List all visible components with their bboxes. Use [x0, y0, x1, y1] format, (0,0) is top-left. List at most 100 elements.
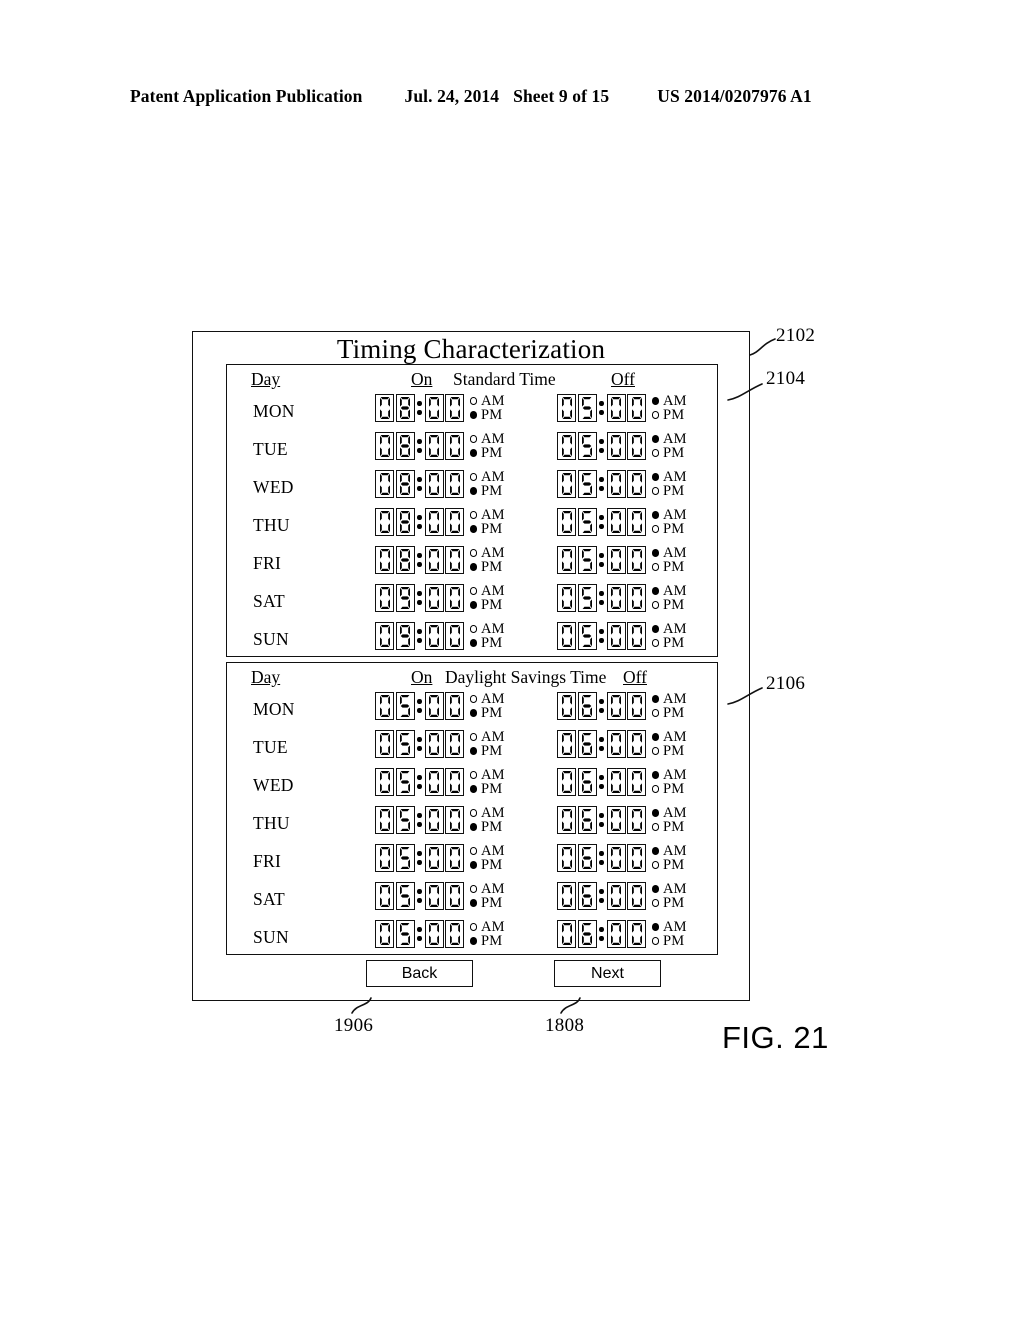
seven-segment-digit[interactable] [557, 768, 576, 796]
meridiem-radio-group[interactable]: AM PM [469, 470, 505, 498]
meridiem-radio-group[interactable]: AM PM [651, 546, 687, 574]
seven-segment-digit[interactable] [375, 470, 394, 498]
seven-segment-digit[interactable] [375, 920, 394, 948]
radio-pm-icon[interactable] [651, 601, 659, 609]
seven-segment-digit[interactable] [375, 768, 394, 796]
radio-am-icon[interactable] [469, 847, 477, 855]
seven-segment-digit[interactable] [557, 622, 576, 650]
meridiem-option-am[interactable]: AM [651, 882, 687, 896]
radio-pm-icon[interactable] [469, 411, 477, 419]
meridiem-option-pm[interactable]: PM [469, 858, 505, 872]
meridiem-radio-group[interactable]: AM PM [469, 432, 505, 460]
seven-segment-digit[interactable] [577, 584, 597, 612]
seven-segment-digit[interactable] [445, 692, 464, 720]
radio-pm-icon[interactable] [469, 601, 477, 609]
meridiem-option-pm[interactable]: PM [651, 934, 687, 948]
seven-segment-digit[interactable] [606, 920, 626, 948]
radio-am-icon[interactable] [651, 511, 659, 519]
on-time-field[interactable]: AM PM [375, 730, 505, 758]
seven-segment-digit[interactable] [424, 844, 444, 872]
seven-segment-digit[interactable] [445, 920, 464, 948]
seven-segment-digit[interactable] [424, 508, 444, 536]
radio-am-icon[interactable] [651, 549, 659, 557]
seven-segment-digit[interactable] [606, 730, 626, 758]
seven-segment-digit[interactable] [445, 470, 464, 498]
seven-segment-digit[interactable] [557, 806, 576, 834]
radio-pm-icon[interactable] [469, 823, 477, 831]
radio-am-icon[interactable] [651, 885, 659, 893]
radio-am-icon[interactable] [651, 771, 659, 779]
radio-pm-icon[interactable] [651, 525, 659, 533]
radio-pm-icon[interactable] [469, 861, 477, 869]
seven-segment-digit[interactable] [445, 882, 464, 910]
meridiem-option-pm[interactable]: PM [469, 706, 505, 720]
seven-segment-digit[interactable] [445, 806, 464, 834]
meridiem-radio-group[interactable]: AM PM [651, 920, 687, 948]
seven-segment-digit[interactable] [445, 432, 464, 460]
seven-segment-digit[interactable] [424, 882, 444, 910]
radio-am-icon[interactable] [651, 733, 659, 741]
seven-segment-digit[interactable] [445, 844, 464, 872]
on-time-field[interactable]: AM PM [375, 394, 505, 422]
seven-segment-digit[interactable] [424, 920, 444, 948]
radio-pm-icon[interactable] [469, 449, 477, 457]
radio-am-icon[interactable] [469, 549, 477, 557]
off-time-field[interactable]: AM PM [557, 920, 687, 948]
seven-segment-digit[interactable] [577, 394, 597, 422]
seven-segment-digit[interactable] [557, 920, 576, 948]
seven-segment-digit[interactable] [577, 844, 597, 872]
meridiem-radio-group[interactable]: AM PM [469, 844, 505, 872]
on-time-field[interactable]: AM PM [375, 920, 505, 948]
seven-segment-digit[interactable] [606, 546, 626, 574]
radio-pm-icon[interactable] [651, 639, 659, 647]
meridiem-option-pm[interactable]: PM [651, 782, 687, 796]
meridiem-option-am[interactable]: AM [469, 768, 505, 782]
meridiem-radio-group[interactable]: AM PM [651, 470, 687, 498]
radio-pm-icon[interactable] [651, 785, 659, 793]
seven-segment-digit[interactable] [627, 768, 646, 796]
seven-segment-digit[interactable] [395, 546, 415, 574]
seven-segment-digit[interactable] [557, 692, 576, 720]
seven-segment-digit[interactable] [577, 806, 597, 834]
radio-am-icon[interactable] [651, 847, 659, 855]
radio-pm-icon[interactable] [469, 525, 477, 533]
meridiem-option-pm[interactable]: PM [469, 820, 505, 834]
radio-pm-icon[interactable] [469, 899, 477, 907]
seven-segment-digit[interactable] [606, 806, 626, 834]
off-time-field[interactable]: AM PM [557, 546, 687, 574]
seven-segment-digit[interactable] [375, 692, 394, 720]
seven-segment-digit[interactable] [577, 768, 597, 796]
seven-segment-digit[interactable] [424, 730, 444, 758]
meridiem-radio-group[interactable]: AM PM [651, 806, 687, 834]
on-time-field[interactable]: AM PM [375, 584, 505, 612]
seven-segment-digit[interactable] [606, 692, 626, 720]
meridiem-radio-group[interactable]: AM PM [651, 692, 687, 720]
radio-am-icon[interactable] [651, 625, 659, 633]
radio-am-icon[interactable] [651, 695, 659, 703]
radio-am-icon[interactable] [469, 885, 477, 893]
seven-segment-digit[interactable] [395, 768, 415, 796]
seven-segment-digit[interactable] [424, 470, 444, 498]
seven-segment-digit[interactable] [395, 432, 415, 460]
off-time-field[interactable]: AM PM [557, 394, 687, 422]
meridiem-radio-group[interactable]: AM PM [651, 508, 687, 536]
seven-segment-digit[interactable] [424, 394, 444, 422]
off-time-field[interactable]: AM PM [557, 730, 687, 758]
meridiem-radio-group[interactable]: AM PM [469, 622, 505, 650]
seven-segment-digit[interactable] [424, 806, 444, 834]
meridiem-radio-group[interactable]: AM PM [469, 806, 505, 834]
meridiem-option-am[interactable]: AM [651, 394, 687, 408]
meridiem-option-pm[interactable]: PM [469, 744, 505, 758]
meridiem-option-am[interactable]: AM [469, 730, 505, 744]
meridiem-radio-group[interactable]: AM PM [469, 730, 505, 758]
off-time-field[interactable]: AM PM [557, 584, 687, 612]
seven-segment-digit[interactable] [375, 882, 394, 910]
meridiem-radio-group[interactable]: AM PM [651, 730, 687, 758]
seven-segment-digit[interactable] [395, 394, 415, 422]
seven-segment-digit[interactable] [606, 470, 626, 498]
seven-segment-digit[interactable] [557, 470, 576, 498]
radio-am-icon[interactable] [651, 809, 659, 817]
seven-segment-digit[interactable] [375, 622, 394, 650]
seven-segment-digit[interactable] [627, 546, 646, 574]
seven-segment-digit[interactable] [606, 882, 626, 910]
